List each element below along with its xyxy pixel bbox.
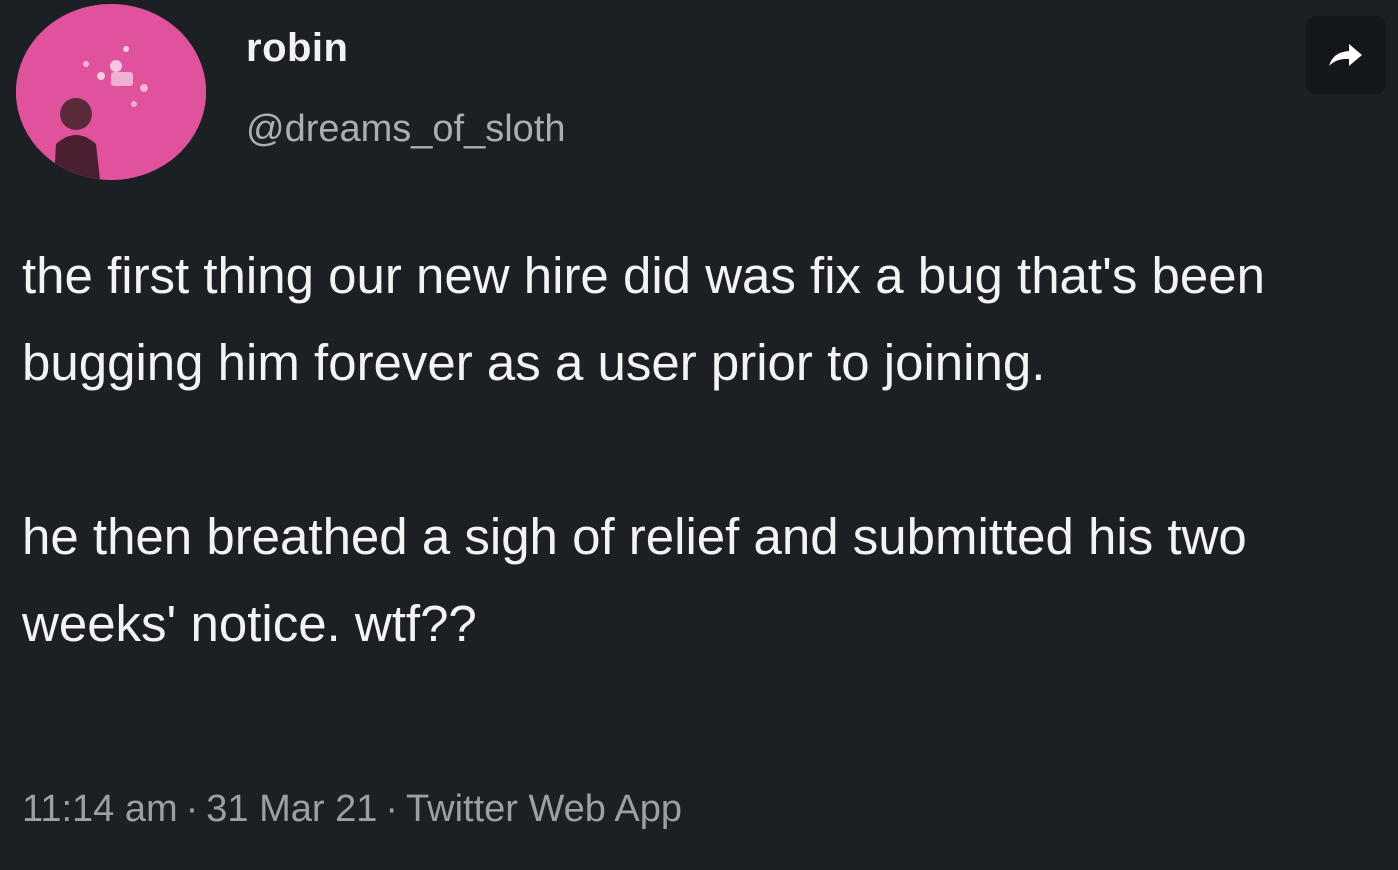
avatar-image xyxy=(16,4,206,180)
user-handle[interactable]: @dreams_of_sloth xyxy=(246,108,566,151)
avatar[interactable] xyxy=(16,4,206,180)
tweet-text: the first thing our new hire did was fix… xyxy=(22,232,1392,667)
tweet-paragraph: the first thing our new hire did was fix… xyxy=(22,247,1265,391)
share-button[interactable] xyxy=(1306,16,1386,94)
tweet-time[interactable]: 11:14 am xyxy=(22,788,178,830)
meta-separator: · xyxy=(385,788,399,830)
display-name[interactable]: robin xyxy=(246,26,348,71)
tweet-meta: 11:14 am · 31 Mar 21 · Twitter Web App xyxy=(22,788,682,831)
share-arrow-icon xyxy=(1329,44,1362,66)
meta-separator: · xyxy=(185,788,199,830)
tweet-date[interactable]: 31 Mar 21 xyxy=(206,788,377,830)
tweet-source[interactable]: Twitter Web App xyxy=(406,788,682,830)
tweet-paragraph: he then breathed a sigh of relief and su… xyxy=(22,508,1247,652)
